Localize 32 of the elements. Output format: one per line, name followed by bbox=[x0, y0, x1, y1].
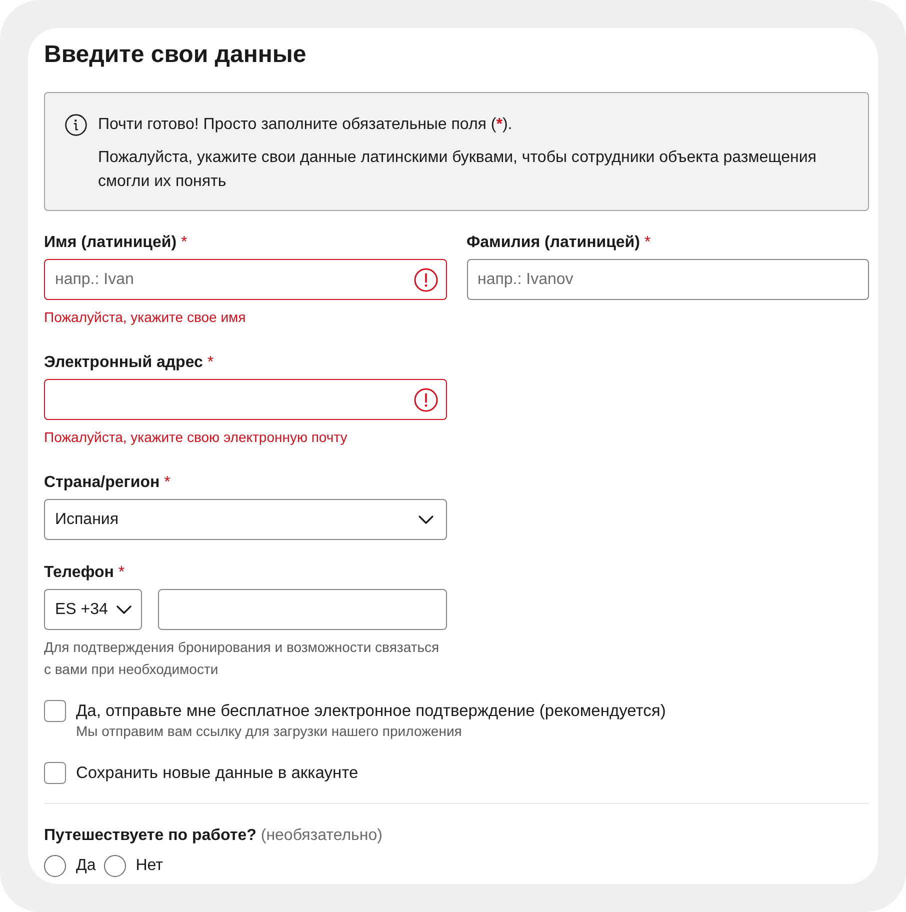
field-label: Страна/регион * bbox=[44, 473, 172, 493]
radio-label[interactable]: Нет bbox=[136, 855, 163, 877]
error-message: Пожалуйста, укажите свое имя bbox=[44, 308, 246, 326]
chevron-down-icon bbox=[116, 604, 132, 614]
notice-text: Пожалуйста, укажите свои данные латинскими буквами, чтобы сотрудники объекта размещения смогли их понять bbox=[98, 148, 818, 192]
checkbox-note: Мы отправим вам ссылку для загрузки нашего приложения bbox=[76, 722, 462, 740]
error-message: Пожалуйста, укажите свою электронную почту bbox=[44, 428, 348, 446]
country-code-select[interactable]: ES +34 bbox=[44, 589, 142, 630]
field-label: Электронный адрес * bbox=[44, 353, 215, 373]
checkbox[interactable] bbox=[44, 700, 66, 722]
field-label: Телефон * bbox=[44, 563, 126, 583]
field-label: Имя (латиницей) * bbox=[44, 233, 188, 253]
text-field[interactable]: напр.: Ivanov bbox=[466, 259, 869, 300]
notice-text: Почти готово! Просто заполните обязательные поля (*). bbox=[98, 115, 514, 135]
error-icon bbox=[414, 388, 438, 412]
question-label: Путешествуете по работе? (необязательно) bbox=[44, 826, 382, 846]
checkbox[interactable] bbox=[44, 762, 66, 784]
text-field[interactable]: напр.: Ivan bbox=[44, 259, 446, 300]
text-field[interactable] bbox=[44, 379, 446, 420]
chevron-down-icon bbox=[418, 514, 434, 524]
radio-button[interactable] bbox=[104, 855, 126, 877]
info-icon bbox=[65, 114, 87, 136]
form-title: Введите свои данные bbox=[44, 40, 308, 70]
country-select[interactable]: Испания bbox=[44, 499, 446, 540]
checkbox-label[interactable]: Сохранить новые данные в аккаунте bbox=[76, 762, 358, 784]
radio-button[interactable] bbox=[44, 855, 66, 877]
phone-field[interactable] bbox=[158, 589, 446, 630]
field-label: Фамилия (латиницей) * bbox=[466, 233, 652, 253]
radio-label[interactable]: Да bbox=[76, 855, 96, 877]
help-text: Для подтверждения бронирования и возможности связаться с вами при необходимости bbox=[44, 638, 440, 679]
checkbox-label[interactable]: Да, отправьте мне бесплатное электронное подтверждение (рекомендуется) bbox=[76, 700, 666, 722]
error-icon bbox=[414, 268, 438, 292]
